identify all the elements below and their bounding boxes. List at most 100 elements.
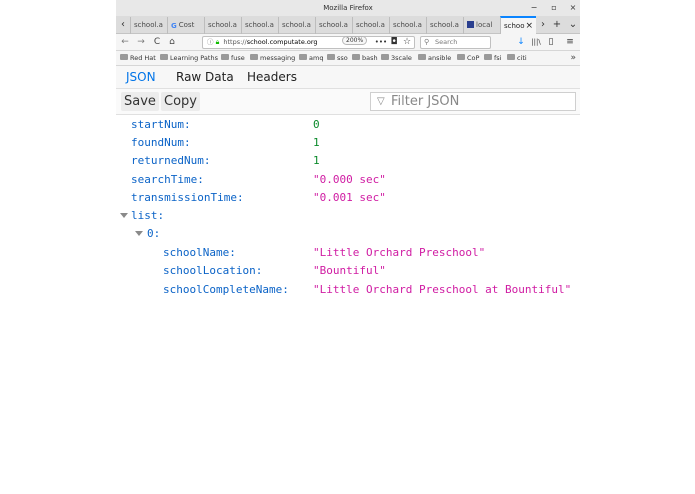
tab-label: local [476, 21, 493, 29]
pocket-icon[interactable]: ◘ [388, 34, 400, 51]
bookmark-folder[interactable]: messaging [250, 51, 295, 66]
bookmark-folder[interactable]: fuse [221, 51, 245, 66]
browser-tab[interactable]: school.a [130, 17, 167, 34]
maximize-icon[interactable]: ▫ [547, 0, 561, 16]
tab-scroll-right-icon[interactable]: › [536, 16, 550, 34]
expand-item-icon[interactable] [135, 231, 143, 236]
expand-list-icon[interactable] [120, 213, 128, 218]
tab-label: school.a [208, 21, 237, 29]
json-row[interactable]: 0: [147, 225, 160, 243]
tab-label: school.a [282, 21, 311, 29]
json-row: schoolCompleteName: [163, 281, 289, 299]
json-key: searchTime: [131, 173, 204, 186]
bookmark-folder[interactable]: fsi [484, 51, 501, 66]
json-key: schoolLocation: [163, 264, 263, 277]
folder-icon [160, 54, 168, 60]
minimize-icon[interactable]: − [527, 0, 541, 16]
close-tab-icon[interactable]: × [525, 18, 533, 34]
browser-tab-active[interactable]: schoo × [500, 16, 536, 34]
tab-raw-data[interactable]: Raw Data [176, 66, 234, 89]
window-title: Mozilla Firefox [323, 4, 373, 12]
tab-label: school.a [245, 21, 274, 29]
save-button[interactable]: Save [121, 92, 159, 111]
browser-tab[interactable]: school.a [352, 17, 389, 34]
folder-icon [457, 54, 465, 60]
url-host: school.computate.org [246, 38, 318, 46]
json-row: returnedNum: [131, 152, 210, 170]
folder-icon [484, 54, 492, 60]
browser-tab[interactable]: local [463, 17, 500, 34]
browser-tab[interactable]: school.a [315, 17, 352, 34]
folder-icon [418, 54, 426, 60]
url-scheme: https:// [223, 38, 247, 46]
search-icon: ⚲ [424, 38, 430, 46]
bookmark-folder[interactable]: ansible [418, 51, 451, 66]
page-actions-icon[interactable]: ••• [374, 34, 388, 51]
browser-tab[interactable]: G Cost [167, 17, 204, 34]
browser-tab[interactable]: school.a [389, 17, 426, 34]
bookmark-label: citi [517, 54, 527, 62]
browser-tab[interactable]: school.a [204, 17, 241, 34]
json-row: foundNum: [131, 134, 191, 152]
json-value: "0.001 sec" [313, 189, 386, 207]
browser-tab[interactable]: school.a [241, 17, 278, 34]
tab-json[interactable]: JSON [126, 66, 156, 89]
tab-label: school.a [319, 21, 348, 29]
page-favicon-icon [467, 21, 474, 28]
back-icon[interactable]: ← [119, 34, 131, 51]
browser-tab[interactable]: school.a [426, 17, 463, 34]
bookmark-folder[interactable]: CoP [457, 51, 479, 66]
json-string: "Little Orchard Preschool" [313, 246, 486, 259]
bookmark-folder[interactable]: 3scale [381, 51, 412, 66]
forward-icon[interactable]: → [135, 34, 147, 51]
close-window-icon[interactable]: × [566, 0, 580, 16]
json-key: transmissionTime: [131, 191, 244, 204]
bookmark-folder[interactable]: bash [352, 51, 378, 66]
folder-icon [299, 54, 307, 60]
folder-icon [120, 54, 128, 60]
json-row[interactable]: list: [131, 207, 164, 225]
tab-label: school.a [134, 21, 163, 29]
library-icon[interactable]: |||\ [529, 34, 543, 51]
tab-label: school.a [393, 21, 422, 29]
json-key: returnedNum: [131, 154, 211, 167]
bookmark-folder[interactable]: sso [327, 51, 348, 66]
search-input[interactable]: ⚲ Search [420, 36, 491, 49]
filter-json-input[interactable]: ▽ Filter JSON [370, 92, 576, 111]
zoom-indicator[interactable]: 200% [342, 36, 368, 45]
bookmark-star-icon[interactable]: ☆ [401, 34, 413, 51]
lock-icon: 🔒︎ [215, 38, 220, 46]
bookmark-folder[interactable]: amq [299, 51, 323, 66]
menu-icon[interactable]: ≡ [564, 34, 576, 51]
folder-icon [327, 54, 335, 60]
bookmark-label: ansible [428, 54, 452, 62]
bookmark-folder[interactable]: citi [507, 51, 527, 66]
viewer-toolbar: Save Copy ▽ Filter JSON [116, 89, 580, 115]
reload-icon[interactable]: C [151, 34, 163, 51]
browser-tab[interactable]: school.a [278, 17, 315, 34]
json-value: "Little Orchard Preschool at Bountiful" [313, 281, 571, 299]
bookmarks-toolbar: Red Hat Learning Paths fuse messaging am… [116, 51, 580, 66]
folder-icon [352, 54, 360, 60]
home-icon[interactable]: ⌂ [166, 34, 178, 51]
sidebar-icon[interactable]: ▯ [545, 34, 557, 51]
list-all-tabs-icon[interactable]: ⌄ [566, 16, 580, 34]
filter-placeholder: Filter JSON [391, 94, 460, 109]
bookmark-label: CoP [467, 54, 480, 62]
tab-strip: ‹ school.a G Cost school.a school.a schoo… [116, 16, 580, 34]
bookmark-label: fsi [494, 54, 502, 62]
json-value: "0.000 sec" [313, 171, 386, 189]
download-icon[interactable]: ↓ [515, 34, 527, 51]
json-viewer: JSON Raw Data Headers Save Copy ▽ Filter… [116, 66, 580, 494]
bookmark-label: Red Hat [130, 54, 156, 62]
info-icon[interactable]: ⓘ [207, 38, 214, 46]
bookmark-folder[interactable]: Learning Paths [160, 51, 218, 66]
new-tab-icon[interactable]: + [550, 16, 564, 34]
copy-button[interactable]: Copy [161, 92, 200, 111]
json-value: "Little Orchard Preschool" [313, 244, 485, 262]
tab-scroll-left-icon[interactable]: ‹ [116, 16, 130, 34]
json-number: 1 [313, 136, 320, 149]
bookmark-folder[interactable]: Red Hat [120, 51, 156, 66]
bookmarks-overflow-icon[interactable]: » [570, 51, 576, 66]
tab-headers[interactable]: Headers [247, 66, 297, 89]
